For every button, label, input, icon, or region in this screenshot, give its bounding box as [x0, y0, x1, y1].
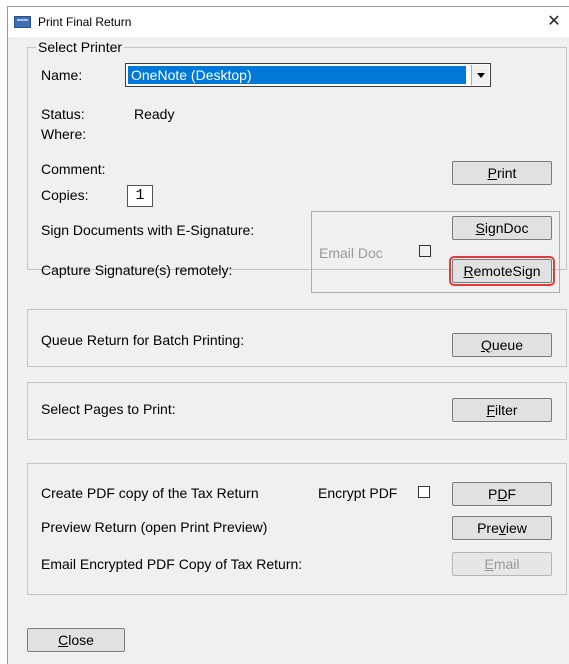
window-title: Print Final Return: [38, 15, 132, 29]
sign-documents-label: Sign Documents with E-Signature:: [41, 222, 255, 238]
where-label: Where:: [41, 126, 87, 142]
preview-button[interactable]: Preview: [452, 516, 552, 540]
select-pages-label: Select Pages to Print:: [41, 401, 176, 417]
queue-label: Queue Return for Batch Printing:: [41, 332, 245, 348]
email-doc-checkbox[interactable]: [419, 245, 431, 257]
capture-signature-label: Capture Signature(s) remotely:: [41, 262, 233, 278]
print-button[interactable]: Print: [452, 161, 552, 185]
close-button[interactable]: Close: [27, 628, 125, 652]
encrypt-pdf-label: Encrypt PDF: [318, 485, 398, 501]
filter-button[interactable]: Filter: [452, 398, 552, 422]
name-label: Name:: [41, 67, 83, 83]
status-label: Status:: [41, 106, 85, 122]
encrypt-pdf-checkbox[interactable]: [418, 486, 430, 498]
chevron-down-icon[interactable]: [471, 65, 489, 85]
copies-label: Copies:: [41, 187, 89, 203]
email-button[interactable]: Email: [452, 552, 552, 576]
email-encrypted-label: Email Encrypted PDF Copy of Tax Return:: [41, 556, 303, 572]
email-doc-label: Email Doc: [319, 245, 383, 261]
select-printer-title: Select Printer: [36, 39, 125, 55]
remotesign-button[interactable]: RemoteSign: [449, 256, 555, 286]
title-bar: Print Final Return ✕: [8, 7, 569, 37]
copies-input[interactable]: 1: [127, 185, 153, 207]
queue-button[interactable]: Queue: [452, 333, 552, 357]
signdoc-button[interactable]: SignDoc: [452, 216, 552, 240]
comment-label: Comment:: [41, 161, 106, 177]
create-pdf-label: Create PDF copy of the Tax Return: [41, 485, 259, 501]
close-icon[interactable]: ✕: [542, 11, 566, 33]
printer-select[interactable]: OneNote (Desktop): [125, 63, 491, 87]
app-icon: [14, 16, 31, 28]
preview-return-label: Preview Return (open Print Preview): [41, 519, 268, 535]
pdf-button[interactable]: PDF: [452, 482, 552, 506]
printer-select-value: OneNote (Desktop): [128, 66, 466, 84]
status-value: Ready: [134, 106, 175, 122]
